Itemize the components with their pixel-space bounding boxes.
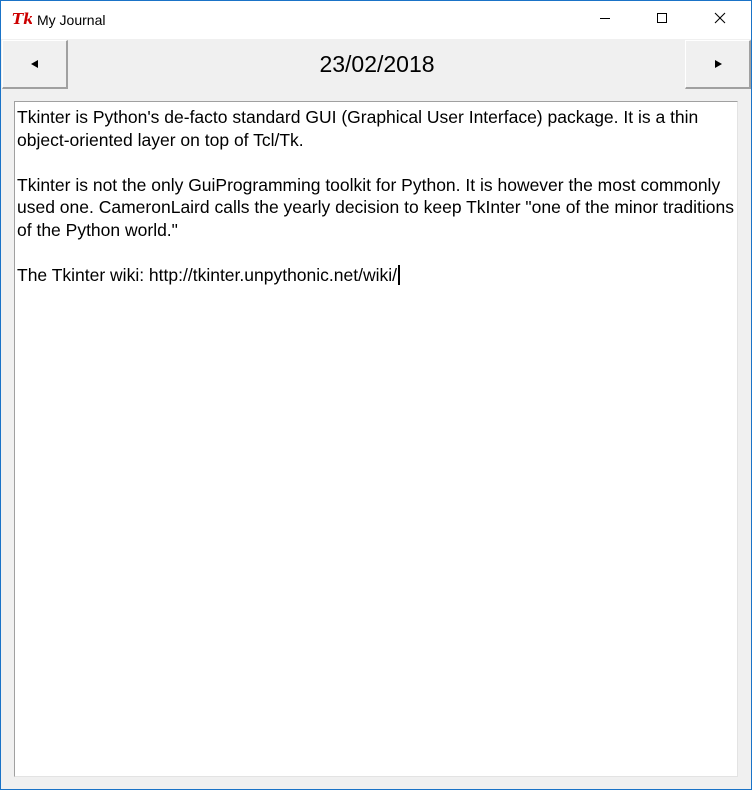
left-triangle-icon [30, 59, 40, 69]
svg-text:Tk: Tk [12, 10, 32, 28]
text-cursor [397, 264, 400, 285]
minimize-button[interactable] [582, 1, 628, 39]
journal-paragraph-text: The Tkinter wiki: http://tkinter.unpytho… [17, 264, 397, 285]
next-day-button[interactable] [685, 40, 751, 89]
window-title: My Journal [37, 12, 106, 28]
app-window: Tk My Journal 23/02/2018 Tkinter is Pyth… [0, 0, 752, 790]
journal-paragraph-last: The Tkinter wiki: http://tkinter.unpytho… [17, 264, 735, 287]
tk-feather-icon: Tk [12, 10, 34, 28]
title-bar[interactable]: Tk My Journal [1, 1, 751, 39]
minimize-icon [599, 11, 611, 29]
previous-day-button[interactable] [2, 40, 68, 89]
right-triangle-icon [713, 59, 723, 69]
journal-paragraph: Tkinter is Python's de-facto standard GU… [17, 107, 699, 150]
maximize-button[interactable] [639, 1, 685, 39]
journal-paragraph: Tkinter is not the only GuiProgramming t… [17, 174, 734, 240]
current-date: 23/02/2018 [319, 51, 435, 77]
close-button[interactable] [697, 1, 743, 39]
maximize-icon [656, 11, 668, 29]
close-icon [714, 11, 726, 29]
journal-text-area[interactable]: Tkinter is Python's de-facto standard GU… [14, 101, 738, 777]
